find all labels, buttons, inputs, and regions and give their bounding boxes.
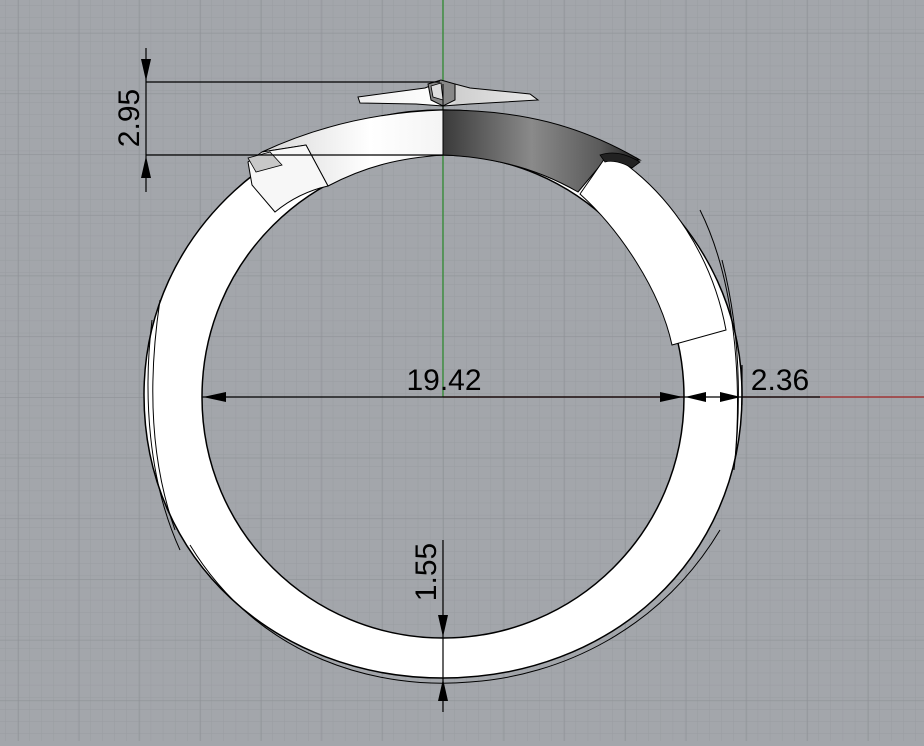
rhino-front-viewport[interactable]: 19.42 2.36 1.55 2.95	[0, 0, 924, 741]
dim-top-height-label: 2.95	[113, 89, 146, 147]
dim-band-width-label: 2.36	[751, 364, 809, 397]
dim-bottom-thickness-label: 1.55	[410, 543, 443, 601]
dim-inner-diameter-label: 19.42	[406, 364, 481, 397]
cad-drawing: 19.42 2.36 1.55 2.95	[0, 0, 924, 741]
